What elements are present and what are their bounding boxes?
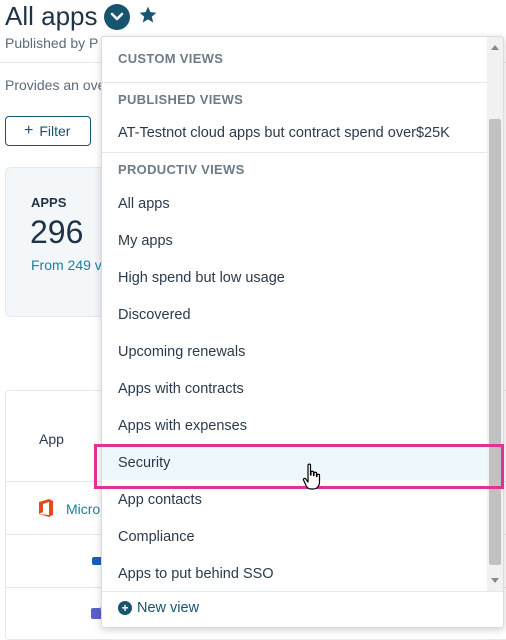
menu-item-discovered[interactable]: Discovered xyxy=(102,298,488,332)
menu-item-upcoming-renewals[interactable]: Upcoming renewals xyxy=(102,335,488,369)
apps-from-link[interactable]: From 249 v xyxy=(31,257,101,273)
menu-item-security[interactable]: Security xyxy=(102,446,488,480)
page-description: Provides an ove xyxy=(5,77,101,93)
plus-circle-icon: + xyxy=(118,601,132,615)
new-view-button[interactable]: + New view xyxy=(118,600,199,616)
custom-views-header: CUSTOM VIEWS xyxy=(118,51,224,66)
filter-button[interactable]: + Filter xyxy=(5,116,91,146)
view-dropdown-toggle[interactable] xyxy=(104,4,130,30)
menu-item-apps-with-expenses[interactable]: Apps with expenses xyxy=(102,409,488,443)
published-views-header: PUBLISHED VIEWS xyxy=(118,92,244,107)
section-divider xyxy=(102,82,488,83)
dropdown-scrollbar[interactable] xyxy=(487,37,503,591)
chevron-down-icon xyxy=(110,12,124,21)
menu-item-apps-behind-sso[interactable]: Apps to put behind SSO xyxy=(102,557,488,591)
menu-item-published-view[interactable]: AT-Testnot cloud apps but contract spend… xyxy=(102,116,488,150)
page-title: All apps xyxy=(5,1,98,31)
published-by-text: Published by P xyxy=(5,35,99,51)
scroll-up-arrow-icon[interactable] xyxy=(487,39,503,55)
menu-item-compliance[interactable]: Compliance xyxy=(102,520,488,554)
plus-icon: + xyxy=(24,122,34,139)
footer-divider xyxy=(102,591,503,592)
menu-item-app-contacts[interactable]: App contacts xyxy=(102,483,488,517)
microsoft-office-icon xyxy=(39,499,53,517)
menu-item-my-apps[interactable]: My apps xyxy=(102,224,488,258)
views-dropdown-menu: CUSTOM VIEWS PUBLISHED VIEWS AT-Testnot … xyxy=(101,36,504,628)
productiv-views-header: PRODUCTIV VIEWS xyxy=(118,162,245,177)
scroll-down-arrow-icon[interactable] xyxy=(487,573,503,589)
hand-pointer-cursor-icon xyxy=(302,463,321,490)
star-icon[interactable] xyxy=(138,5,158,25)
new-view-label: New view xyxy=(137,600,200,616)
menu-item-high-spend-low-usage[interactable]: High spend but low usage xyxy=(102,261,488,295)
scrollbar-thumb[interactable] xyxy=(489,119,501,565)
filter-button-label: Filter xyxy=(39,123,71,139)
apps-count: 296 xyxy=(30,214,84,250)
menu-item-apps-with-contracts[interactable]: Apps with contracts xyxy=(102,372,488,406)
apps-card-label: APPS xyxy=(31,195,67,210)
table-row-app-name[interactable]: Micro xyxy=(66,501,106,517)
section-divider xyxy=(102,152,488,153)
menu-item-all-apps[interactable]: All apps xyxy=(102,187,488,221)
column-header-app[interactable]: App xyxy=(39,431,64,447)
